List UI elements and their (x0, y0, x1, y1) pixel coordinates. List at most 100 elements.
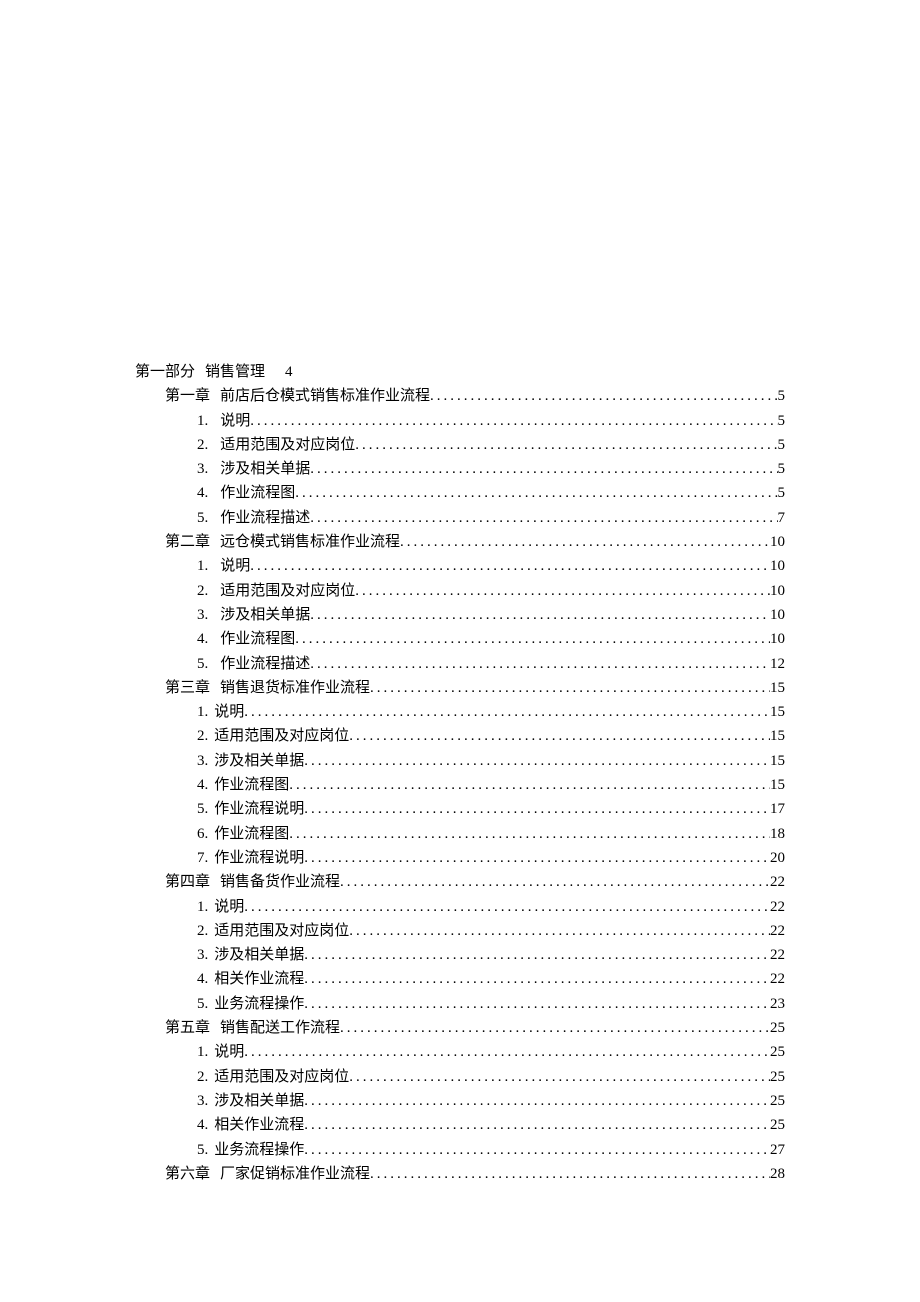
toc-num: 4. (197, 1113, 208, 1137)
toc-item: 1. 说明 5 (135, 409, 785, 433)
toc-chapter: 第三章销售退货标准作业流程15 (135, 676, 785, 700)
toc-leader (349, 724, 770, 748)
toc-page: 20 (770, 846, 785, 870)
toc-title: 作业流程图 (220, 481, 295, 505)
part-header: 第一部分销售管理4 (135, 360, 785, 384)
toc-num: 3. (197, 943, 208, 967)
toc-num: 2. (197, 433, 208, 457)
toc-leader (244, 1040, 770, 1064)
toc-item: 3.涉及相关单据5 (135, 457, 785, 481)
toc-title: 涉及相关单据 (214, 943, 304, 967)
toc-item: 6.作业流程图18 (135, 822, 785, 846)
toc-page: 15 (770, 724, 785, 748)
toc-page: 10 (770, 554, 785, 578)
toc-num: 第五章 (165, 1016, 210, 1040)
toc-leader (310, 652, 770, 676)
toc-num: 4. (197, 773, 208, 797)
toc-item: 1.说明22 (135, 895, 785, 919)
toc-num: 第二章 (165, 530, 210, 554)
part-label: 第一部分 (135, 364, 195, 380)
toc-item: 4.作业流程图 15 (135, 773, 785, 797)
toc-title: 说明 (220, 409, 250, 433)
toc-num: 3. (197, 749, 208, 773)
toc-leader (349, 1065, 770, 1089)
toc-title: 作业流程图 (214, 822, 289, 846)
toc-item: 3.涉及相关单据10 (135, 603, 785, 627)
toc-num: 5. (197, 797, 208, 821)
toc-chapter: 第五章销售配送工作流程 25 (135, 1016, 785, 1040)
toc-leader (250, 554, 770, 578)
toc-leader (304, 846, 770, 870)
toc-title: 适用范围及对应岗位 (214, 724, 349, 748)
toc-num: 5. (197, 992, 208, 1016)
toc-num: 第六章 (165, 1162, 210, 1186)
toc-num: 第四章 (165, 870, 210, 894)
toc-num: 2. (197, 724, 208, 748)
toc-title: 适用范围及对应岗位 (214, 1065, 349, 1089)
toc-title: 涉及相关单据 (214, 749, 304, 773)
toc-chapter: 第六章厂家促销标准作业流程28 (135, 1162, 785, 1186)
toc-leader (400, 530, 770, 554)
toc-chapter: 第一章前店后仓模式销售标准作业流程 5 (135, 384, 785, 408)
toc-item: 4.相关作业流程25 (135, 1113, 785, 1137)
toc-num: 4. (197, 627, 208, 651)
toc-leader (295, 481, 777, 505)
toc-page: 7 (778, 506, 786, 530)
toc-page: 5 (778, 433, 786, 457)
toc-leader (250, 409, 777, 433)
toc-page: 5 (778, 384, 786, 408)
toc-num: 3. (197, 603, 208, 627)
toc-item: 7.作业流程说明20 (135, 846, 785, 870)
toc-item: 5.作业流程描述7 (135, 506, 785, 530)
toc-item: 3.涉及相关单据25 (135, 1089, 785, 1113)
toc-item: 3.涉及相关单据15 (135, 749, 785, 773)
toc-num: 第一章 (165, 384, 210, 408)
toc-title: 说明 (214, 1040, 244, 1064)
toc-page: 27 (770, 1138, 785, 1162)
toc-page: 15 (770, 700, 785, 724)
toc-body: 第一章前店后仓模式销售标准作业流程51.说明52.适用范围及对应岗位53.涉及相… (135, 384, 785, 1186)
toc-page: 22 (770, 967, 785, 991)
toc-page: 10 (770, 603, 785, 627)
toc-num: 1. (197, 409, 208, 433)
toc-chapter: 第四章销售备货作业流程22 (135, 870, 785, 894)
toc-leader (295, 627, 770, 651)
toc-page: 12 (770, 652, 785, 676)
toc-item: 4.作业流程图10 (135, 627, 785, 651)
toc-page: 22 (770, 895, 785, 919)
toc-title: 销售退货标准作业流程 (220, 676, 370, 700)
toc-title: 作业流程说明 (214, 797, 304, 821)
toc-title: 业务流程操作 (214, 1138, 304, 1162)
toc-title: 厂家促销标准作业流程 (220, 1162, 370, 1186)
toc-title: 说明 (214, 895, 244, 919)
toc-leader (355, 579, 770, 603)
toc-leader (349, 919, 770, 943)
toc-item: 4.作业流程图5 (135, 481, 785, 505)
toc-page: 5 (778, 409, 786, 433)
toc-page: 23 (770, 992, 785, 1016)
toc-title: 销售配送工作流程 (220, 1016, 340, 1040)
toc-leader (304, 749, 770, 773)
toc-page: 15 (770, 773, 785, 797)
toc-page: 25 (770, 1016, 785, 1040)
toc-leader (289, 773, 770, 797)
toc-leader (304, 967, 770, 991)
toc-page: 25 (770, 1065, 785, 1089)
toc-page: 22 (770, 919, 785, 943)
toc-item: 1.说明10 (135, 554, 785, 578)
toc-title: 适用范围及对应岗位 (220, 579, 355, 603)
toc-leader (304, 1138, 770, 1162)
toc-num: 5. (197, 652, 208, 676)
toc-title: 作业流程图 (214, 773, 289, 797)
toc-title: 适用范围及对应岗位 (220, 433, 355, 457)
toc-title: 远仓模式销售标准作业流程 (220, 530, 400, 554)
toc-num: 1. (197, 1040, 208, 1064)
toc-item: 3.涉及相关单据22 (135, 943, 785, 967)
toc-item: 5.作业流程描述12 (135, 652, 785, 676)
part-page: 4 (285, 364, 293, 380)
toc-leader (370, 1162, 770, 1186)
toc-title: 作业流程描述 (220, 506, 310, 530)
toc-leader (310, 457, 777, 481)
toc-title: 前店后仓模式销售标准作业流程 (220, 384, 430, 408)
toc-num: 7. (197, 846, 208, 870)
